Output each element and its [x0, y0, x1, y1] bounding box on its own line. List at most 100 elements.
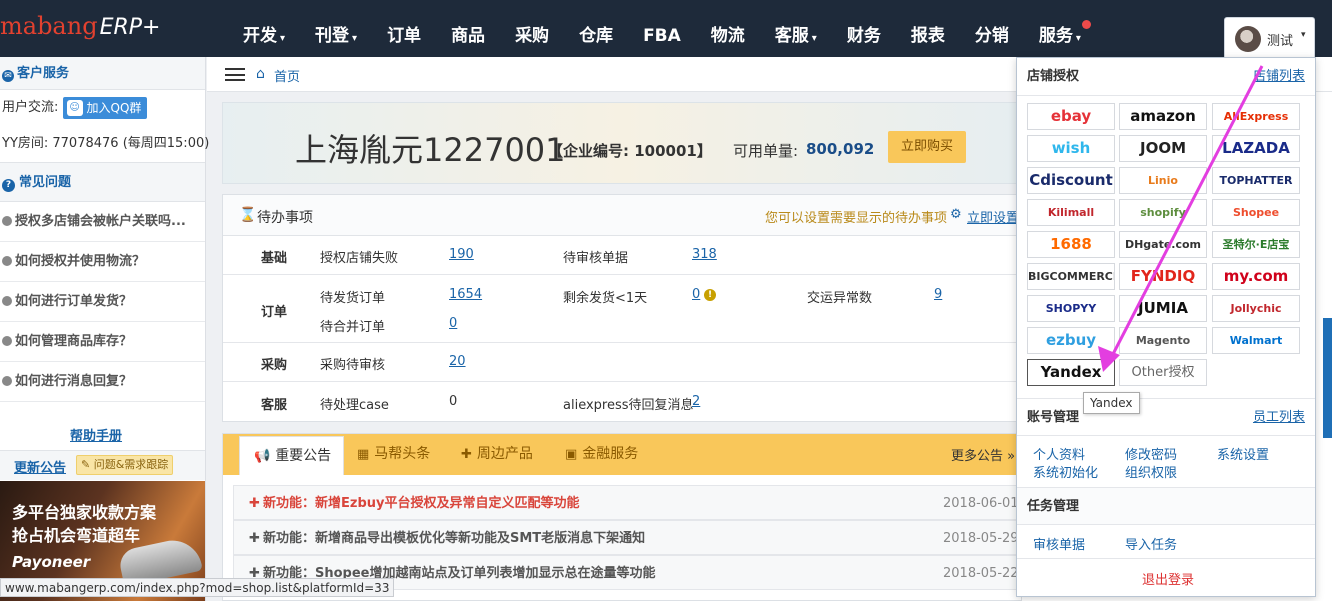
- tab-mabang-headlines[interactable]: ▦ 马帮头条: [357, 434, 430, 475]
- todo-label: aliexpress待回复消息: [563, 398, 694, 413]
- platform-tile-yandex[interactable]: Yandex: [1027, 359, 1115, 386]
- platform-tile-wish[interactable]: wish: [1027, 135, 1115, 162]
- platform-tile-1688[interactable]: 1688: [1027, 231, 1115, 258]
- nav-finance[interactable]: 财务: [832, 0, 896, 57]
- nav-warehouse[interactable]: 仓库: [564, 0, 628, 57]
- nav-distribution[interactable]: 分销: [960, 0, 1024, 57]
- nav-listing[interactable]: 刊登 ▾: [300, 0, 372, 57]
- feedback-button[interactable]: ✎ 问题&需求跟踪: [76, 455, 174, 475]
- platform-tile-shopee[interactable]: Shopee: [1212, 199, 1300, 226]
- platform-tile-magento[interactable]: Magento: [1119, 327, 1207, 354]
- nav-services[interactable]: 服务 ▾: [1024, 0, 1096, 57]
- notice-item[interactable]: ✚ 新功能：新增Ezbuy平台授权及异常自定义匹配等功能 2018-06-01: [233, 485, 1023, 520]
- tab-financial-services[interactable]: ▣ 金融服务: [565, 434, 638, 475]
- review-documents-link[interactable]: 审核单据: [1033, 534, 1085, 553]
- platform-tile-bigcommerce[interactable]: BIGCOMMERCE: [1027, 263, 1115, 290]
- user-name: 测试: [1267, 34, 1294, 49]
- todo-count-link[interactable]: 20: [449, 354, 466, 369]
- faq-item[interactable]: 如何进行消息回复？: [0, 362, 205, 402]
- todo-count-link[interactable]: 0: [692, 287, 700, 302]
- staff-list-link[interactable]: 员工列表: [1253, 399, 1305, 437]
- platform-tile-jumia[interactable]: JUMIA: [1119, 295, 1207, 322]
- notice-title[interactable]: 新功能：新增商品导出模板优化等新功能及SMT老版消息下架通知: [263, 521, 645, 556]
- todo-row-order: 订单 待发货订单 1654 剩余发货<1天 0 ! 交运异常数 9 待合并订单 …: [223, 276, 1021, 343]
- company-name: 上海胤元1227001: [295, 131, 566, 169]
- gear-icon: ⚙: [950, 207, 962, 222]
- breadcrumb-home[interactable]: 首页: [274, 66, 300, 85]
- platform-tile-joom[interactable]: JOOM: [1119, 135, 1207, 162]
- platform-tile-lazada[interactable]: LAZADA: [1212, 135, 1300, 162]
- faq-item[interactable]: 授权多店铺会被帐户关联吗...: [0, 202, 205, 242]
- platform-tile-fyndiq[interactable]: FYNDIQ: [1119, 263, 1207, 290]
- help-manual-link[interactable]: 帮助手册: [70, 425, 122, 444]
- logo[interactable]: mabangERP+: [0, 12, 160, 40]
- platform-tile-cdiscount[interactable]: Cdiscount: [1027, 167, 1115, 194]
- todo-label: 交运异常数: [807, 291, 873, 306]
- bullet-icon: [2, 216, 12, 226]
- todo-count-link[interactable]: 9: [934, 287, 942, 302]
- nav-purchase[interactable]: 采购: [500, 0, 564, 57]
- import-tasks-link[interactable]: 导入任务: [1125, 534, 1177, 553]
- system-init-link[interactable]: 系统初始化: [1033, 462, 1098, 481]
- chevron-down-icon: ▾: [811, 33, 817, 44]
- faq-item[interactable]: 如何管理商品库存？: [0, 322, 205, 362]
- comment-icon: ✎: [81, 458, 94, 471]
- profile-link[interactable]: 个人资料: [1033, 444, 1085, 463]
- faq-item[interactable]: 如何授权并使用物流？: [0, 242, 205, 282]
- join-qq-button[interactable]: ☺ 加入QQ群: [62, 96, 148, 119]
- buy-now-button[interactable]: 立即购买: [888, 131, 966, 163]
- more-notices-link[interactable]: 更多公告 »: [951, 445, 1015, 464]
- qq-icon: ☺: [66, 99, 83, 116]
- todo-count-link[interactable]: 1654: [449, 287, 482, 302]
- platform-tile-ezbuy[interactable]: ezbuy: [1027, 327, 1115, 354]
- nav-products[interactable]: 商品: [436, 0, 500, 57]
- account-header: 账号管理 员工列表: [1017, 398, 1315, 436]
- nav-customer-service[interactable]: 客服 ▾: [760, 0, 832, 57]
- nav-develop[interactable]: 开发 ▾: [228, 0, 300, 57]
- platform-tile-shopify[interactable]: shopify: [1119, 199, 1207, 226]
- notice-item[interactable]: ✚ 新功能：新增商品导出模板优化等新功能及SMT老版消息下架通知 2018-05…: [233, 520, 1023, 555]
- org-permissions-link[interactable]: 组织权限: [1125, 462, 1177, 481]
- faq-header: ? 常见问题: [0, 162, 205, 202]
- platform-tile-shopyy[interactable]: SHOPYY: [1027, 295, 1115, 322]
- nav-orders[interactable]: 订单: [372, 0, 436, 57]
- system-settings-link[interactable]: 系统设置: [1217, 444, 1269, 463]
- logo-product: ERP+: [99, 15, 161, 40]
- bullet-icon: [2, 376, 12, 386]
- user-menu-button[interactable]: 测试 ▾: [1224, 17, 1315, 57]
- menu-toggle-icon[interactable]: [225, 68, 245, 81]
- nav-logistics[interactable]: 物流: [696, 0, 760, 57]
- finance-icon: ▣: [565, 447, 578, 462]
- platform-tile-tophatter[interactable]: TOPHATTER: [1212, 167, 1300, 194]
- nav-reports[interactable]: 报表: [896, 0, 960, 57]
- side-widget[interactable]: [1323, 318, 1332, 438]
- nav-fba[interactable]: FBA: [628, 0, 696, 57]
- divider: [1017, 558, 1315, 559]
- platform-tile-e[interactable]: 圣特尔·E店宝: [1212, 231, 1300, 258]
- todo-header: ⌛ 待办事项 您可以设置需要显示的待办事项: [223, 195, 1021, 236]
- platform-tile-jollychic[interactable]: Jollychic: [1212, 295, 1300, 322]
- platform-tile-other[interactable]: Other授权: [1119, 359, 1207, 386]
- tab-peripheral-products[interactable]: ✚ 周边产品: [461, 434, 533, 475]
- todo-count-link[interactable]: 190: [449, 247, 474, 262]
- faq-item[interactable]: 如何进行订单发货？: [0, 282, 205, 322]
- platform-tile-linio[interactable]: Linio: [1119, 167, 1207, 194]
- update-notice-link[interactable]: 更新公告: [14, 457, 66, 476]
- platform-tile-ebay[interactable]: ebay: [1027, 103, 1115, 130]
- todo-count-link[interactable]: 318: [692, 247, 717, 262]
- notice-title[interactable]: 新功能：新增Ezbuy平台授权及异常自定义匹配等功能: [263, 486, 579, 521]
- store-list-link[interactable]: 店铺列表: [1253, 58, 1305, 96]
- platform-tile-kilimall[interactable]: Kilimall: [1027, 199, 1115, 226]
- platform-tile-walmart[interactable]: Walmart: [1212, 327, 1300, 354]
- platform-tile-amazon[interactable]: amazon: [1119, 103, 1207, 130]
- platform-tile-aliexpress[interactable]: AliExpress: [1212, 103, 1300, 130]
- left-sidebar: ✉ 客户服务 用户交流: ☺ 加入QQ群 YY房间: 77078476 (每周四15…: [0, 57, 209, 601]
- tab-important-notice[interactable]: 📢 重要公告: [239, 436, 345, 475]
- platform-tile-dhgate-com[interactable]: DHgate.com: [1119, 231, 1207, 258]
- todo-count-link[interactable]: 2: [692, 394, 700, 409]
- change-password-link[interactable]: 修改密码: [1125, 444, 1177, 463]
- platform-tile-my-com[interactable]: my.com: [1212, 263, 1300, 290]
- logout-link[interactable]: 退出登录: [1142, 569, 1194, 588]
- setting-now-link[interactable]: 立即设置: [967, 207, 1019, 226]
- todo-count-link[interactable]: 0: [449, 316, 457, 331]
